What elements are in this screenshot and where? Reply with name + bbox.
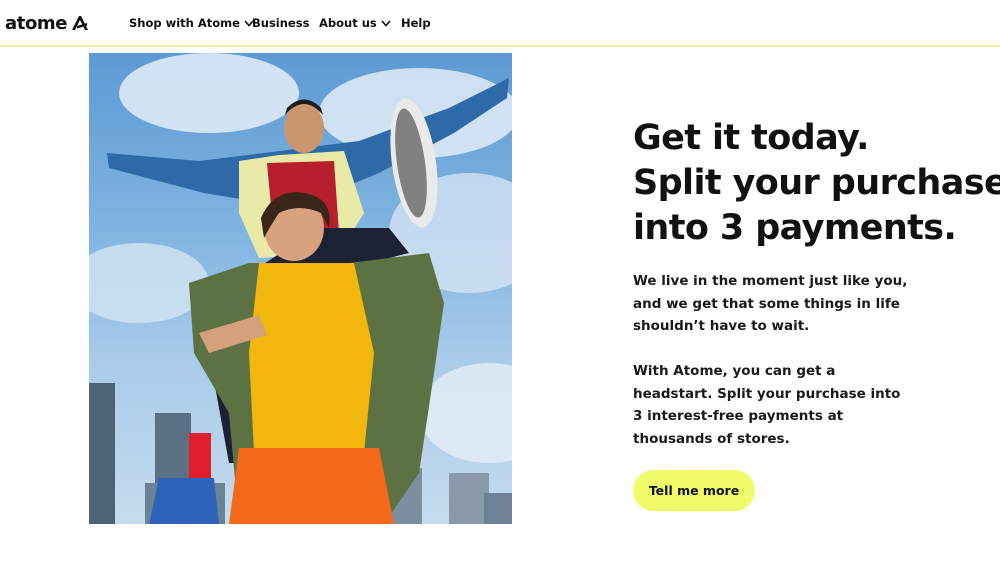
hero-headline: Get it today. Split your purchase into 3… <box>633 116 1000 251</box>
nav-help-label: Help <box>401 16 431 30</box>
headline-line: into 3 payments. <box>633 208 957 248</box>
tell-me-more-label: Tell me more <box>648 483 740 498</box>
paragraph-line: 3 interest-free payments at <box>633 408 844 424</box>
paragraph-line: and we get that some things in life <box>633 295 900 312</box>
tell-me-more-button[interactable]: Tell me more <box>633 470 755 511</box>
hero-illustration <box>89 53 512 524</box>
atome-logo-mark-icon <box>72 16 89 30</box>
chevron-down-icon <box>381 19 391 27</box>
paragraph-line: headstart. Split your purchase into <box>633 385 901 402</box>
hero-paragraph-2: With Atome, you can get a headstart. Spl… <box>633 360 901 450</box>
nav-business[interactable]: Business <box>252 14 309 32</box>
hero-paragraph-1: We live in the moment just like you, and… <box>633 270 908 338</box>
top-navigation-bar: atome Shop with Atome Business About us … <box>0 0 1000 47</box>
nav-help[interactable]: Help <box>401 14 431 32</box>
nav-shop-with-atome[interactable]: Shop with Atome <box>129 14 254 32</box>
headline-line: Get it today. <box>633 118 869 158</box>
hero-photo <box>89 53 512 524</box>
nav-business-label: Business <box>252 16 310 30</box>
paragraph-line: shouldn’t have to wait. <box>633 318 810 334</box>
paragraph-line: thousands of stores. <box>633 430 790 447</box>
nav-about-us-label: About us <box>319 16 377 30</box>
atome-logo[interactable]: atome <box>5 10 89 36</box>
paragraph-line: We live in the moment just like you, <box>633 273 908 289</box>
logo-wordmark: atome <box>5 12 68 34</box>
paragraph-line: With Atome, you can get a <box>633 363 836 379</box>
nav-shop-with-atome-label: Shop with Atome <box>129 16 240 30</box>
headline-line: Split your purchase <box>633 163 1000 203</box>
nav-about-us[interactable]: About us <box>319 14 391 32</box>
